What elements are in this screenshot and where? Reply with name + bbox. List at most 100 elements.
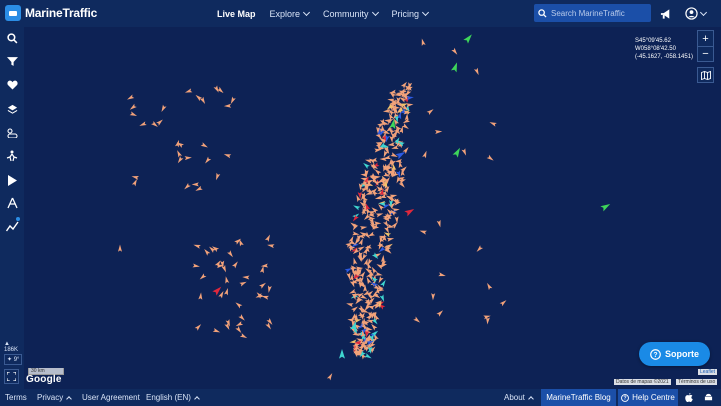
fishing-vessel-marker[interactable] xyxy=(200,142,209,149)
fishing-vessel-marker[interactable] xyxy=(431,293,436,301)
pleasure-vessel-marker[interactable] xyxy=(450,61,460,73)
cargo-vessel-marker[interactable] xyxy=(371,252,380,260)
fishing-vessel-marker[interactable] xyxy=(191,182,199,187)
fishing-vessel-marker[interactable] xyxy=(377,241,385,249)
fishing-vessel-marker[interactable] xyxy=(438,272,446,278)
fishing-vessel-marker[interactable] xyxy=(129,103,137,112)
footer-about-menu[interactable]: About xyxy=(504,389,534,406)
search-box[interactable] xyxy=(534,4,651,22)
fishing-vessel-marker[interactable] xyxy=(390,152,398,158)
fishing-vessel-marker[interactable] xyxy=(351,305,359,313)
fishing-vessel-marker[interactable] xyxy=(227,250,234,258)
leaflet-attribution-link[interactable]: Leaflet xyxy=(698,369,718,375)
fishing-vessel-marker[interactable] xyxy=(436,309,444,317)
fishing-vessel-marker[interactable] xyxy=(475,245,484,253)
nav-live-map[interactable]: Live Map xyxy=(217,9,256,19)
fishing-vessel-marker[interactable] xyxy=(176,156,184,164)
fishing-vessel-marker[interactable] xyxy=(398,181,407,189)
fishing-vessel-marker[interactable] xyxy=(394,159,403,164)
footer-help-centre-button[interactable]: ? Help Centre xyxy=(618,389,678,406)
android-app-link[interactable] xyxy=(699,389,717,406)
fishing-vessel-marker[interactable] xyxy=(234,301,243,309)
fishing-vessel-marker[interactable] xyxy=(160,104,167,113)
fishing-vessel-marker[interactable] xyxy=(184,88,193,94)
fishing-vessel-marker[interactable] xyxy=(131,174,139,180)
fishing-vessel-marker[interactable] xyxy=(260,263,269,269)
fishing-vessel-marker[interactable] xyxy=(388,90,397,99)
map-data-attribution[interactable]: Datos de mapas ©2021 xyxy=(614,379,671,385)
map-layer-button[interactable] xyxy=(697,67,714,83)
tanker-vessel-marker[interactable] xyxy=(404,206,415,217)
sidebar-playback-button[interactable] xyxy=(3,171,21,189)
fishing-vessel-marker[interactable] xyxy=(264,234,272,242)
fishing-vessel-marker[interactable] xyxy=(461,148,468,156)
fishing-vessel-marker[interactable] xyxy=(175,149,183,158)
fishing-vessel-marker[interactable] xyxy=(183,182,191,191)
fishing-vessel-marker[interactable] xyxy=(401,123,410,130)
fishing-vessel-marker[interactable] xyxy=(382,108,391,114)
sidebar-analytics-button[interactable] xyxy=(3,217,21,235)
support-button[interactable]: ? Soporte xyxy=(639,342,710,366)
fishing-vessel-marker[interactable] xyxy=(451,47,459,56)
fishing-vessel-marker[interactable] xyxy=(406,102,414,108)
fishing-vessel-marker[interactable] xyxy=(242,275,250,280)
fishing-vessel-marker[interactable] xyxy=(375,271,383,277)
fishing-vessel-marker[interactable] xyxy=(235,326,243,334)
fishing-vessel-marker[interactable] xyxy=(352,257,358,266)
cargo-vessel-marker[interactable] xyxy=(339,349,345,359)
fishing-vessel-marker[interactable] xyxy=(387,142,395,147)
fishing-vessel-marker[interactable] xyxy=(267,243,275,249)
fishing-vessel-marker[interactable] xyxy=(129,111,138,117)
footer-language-menu[interactable]: English (EN) xyxy=(146,389,200,406)
fishing-vessel-marker[interactable] xyxy=(239,333,248,340)
fishing-vessel-marker[interactable] xyxy=(194,323,203,331)
fishing-vessel-marker[interactable] xyxy=(231,260,239,269)
fishing-vessel-marker[interactable] xyxy=(212,327,221,334)
fishing-vessel-marker[interactable] xyxy=(203,248,211,256)
zoom-in-button[interactable]: + xyxy=(698,31,713,46)
announcements-button[interactable] xyxy=(657,5,675,22)
fishing-vessel-marker[interactable] xyxy=(255,291,264,299)
sidebar-search-button[interactable] xyxy=(3,29,21,47)
fishing-vessel-marker[interactable] xyxy=(486,154,495,162)
apple-app-link[interactable] xyxy=(680,389,698,406)
fishing-vessel-marker[interactable] xyxy=(436,219,443,228)
fullscreen-button[interactable] xyxy=(4,369,19,384)
cargo-vessel-marker[interactable] xyxy=(362,161,370,169)
fishing-vessel-marker[interactable] xyxy=(374,195,383,200)
brand-logo[interactable]: MarineTraffic xyxy=(5,5,97,21)
fishing-vessel-marker[interactable] xyxy=(239,280,247,287)
sidebar-filter-button[interactable] xyxy=(3,52,21,70)
fishing-vessel-marker[interactable] xyxy=(391,221,399,229)
fishing-vessel-marker[interactable] xyxy=(214,172,221,181)
footer-privacy-menu[interactable]: Privacy xyxy=(37,389,73,406)
fishing-vessel-marker[interactable] xyxy=(499,299,508,307)
sidebar-favorites-button[interactable] xyxy=(3,76,21,94)
fishing-vessel-marker[interactable] xyxy=(184,156,193,161)
fishing-vessel-marker[interactable] xyxy=(355,266,364,271)
fishing-vessel-marker[interactable] xyxy=(413,316,421,325)
fishing-vessel-marker[interactable] xyxy=(346,301,354,308)
footer-terms-link[interactable]: Terms xyxy=(5,389,27,406)
passenger-vessel-marker[interactable] xyxy=(344,266,353,273)
cargo-vessel-marker[interactable] xyxy=(352,204,361,211)
nav-community[interactable]: Community xyxy=(323,8,379,19)
fishing-vessel-marker[interactable] xyxy=(379,157,387,162)
fishing-vessel-marker[interactable] xyxy=(126,94,135,101)
fishing-vessel-marker[interactable] xyxy=(474,67,480,76)
fishing-vessel-marker[interactable] xyxy=(426,107,435,116)
fishing-vessel-marker[interactable] xyxy=(229,96,236,105)
weather-temp-toggle[interactable]: ✦ 9° xyxy=(4,354,23,365)
fishing-vessel-marker[interactable] xyxy=(235,321,244,328)
fishing-vessel-marker[interactable] xyxy=(118,244,122,252)
fishing-vessel-marker[interactable] xyxy=(357,245,365,252)
sidebar-layers-button[interactable] xyxy=(3,100,21,118)
account-button[interactable] xyxy=(682,5,708,22)
fishing-vessel-marker[interactable] xyxy=(267,285,272,293)
fishing-vessel-marker[interactable] xyxy=(193,243,201,249)
fishing-vessel-marker[interactable] xyxy=(326,372,334,381)
fishing-vessel-marker[interactable] xyxy=(259,281,267,289)
nav-pricing[interactable]: Pricing xyxy=(392,8,430,19)
footer-user-agreement-link[interactable]: User Agreement xyxy=(82,389,140,406)
pleasure-vessel-marker[interactable] xyxy=(452,146,463,158)
